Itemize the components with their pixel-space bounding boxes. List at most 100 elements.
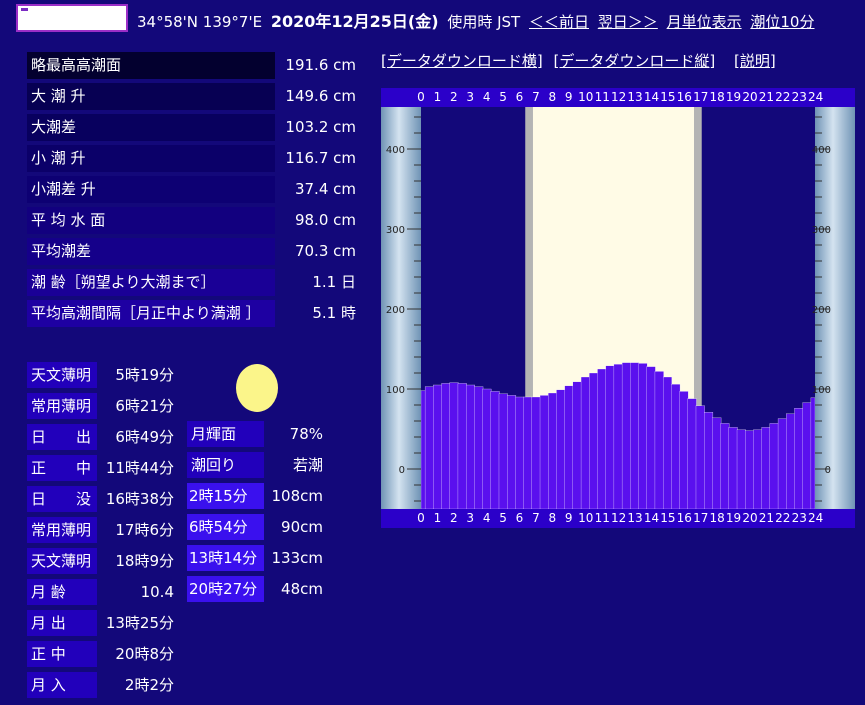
tide-bar [654, 371, 664, 509]
hour-tick-label: 23 [791, 90, 807, 104]
tide-bar [482, 388, 492, 509]
prev-day-link[interactable]: ＜＜前日 [529, 13, 589, 31]
hour-tick-label: 22 [775, 511, 791, 525]
hour-tick-label: 11 [594, 511, 610, 525]
ruler-tick-label: 400 [812, 145, 831, 156]
download-vertical-link[interactable]: [データダウンロード縦] [554, 52, 716, 70]
tide-bar [498, 393, 508, 509]
tide-bar [753, 429, 763, 509]
hour-tick-label: 12 [611, 90, 627, 104]
explanation-link[interactable]: [説明] [734, 52, 776, 70]
hour-tick-label: 10 [578, 511, 594, 525]
sun-moon-value: 5時19分 [115, 366, 174, 384]
hour-axis-top: 0 1 2 3 4 5 6 7 8 9 10 11 12 13 14 15 16 17 18 19 20 21 22 23 24 [381, 88, 855, 107]
tide-bar [457, 383, 467, 509]
tide-level: 48cm [281, 580, 323, 598]
ruler-tick-label: 0 [825, 465, 831, 476]
next-day-link[interactable]: 翌日＞＞ [598, 13, 658, 31]
hour-tick-label: 8 [548, 90, 557, 104]
tide-bar [810, 397, 816, 509]
sun-moon-value: 16時38分 [105, 490, 174, 508]
hour-tick-label: 14 [643, 90, 660, 104]
hour-tick-label: 7 [532, 90, 540, 104]
sun-moon-label: 月 入 [27, 672, 97, 698]
tide-bar [777, 418, 787, 509]
hour-axis-bottom: 0 1 2 3 4 5 6 7 8 9 10 11 12 13 14 15 16 17 18 19 20 21 22 23 24 [381, 509, 855, 528]
hour-tick-label: 1 [433, 90, 442, 104]
stat-label: 平均高潮間隔［月正中より満潮 ］ [27, 300, 275, 327]
ten-minute-link[interactable]: 潮位10分 [750, 13, 814, 31]
hour-tick-label: 14 [643, 511, 660, 525]
ruler-tick-label: 0 [399, 465, 405, 476]
sun-moon-label: 常用薄明 [27, 517, 97, 543]
sun-moon-label: 月 出 [27, 610, 97, 636]
tide-time: 20時27分 [187, 576, 264, 602]
hour-tick-label: 19 [725, 90, 742, 104]
timezone-label: 使用時 JST [447, 13, 521, 31]
stat-value: 1.1 日 [312, 273, 356, 291]
hour-tick-label: 24 [808, 90, 824, 104]
sun-moon-value: 6時21分 [115, 397, 174, 415]
monthly-view-link[interactable]: 月単位表示 [667, 13, 742, 31]
tide-bar [621, 362, 631, 509]
hour-tick-label: 12 [611, 511, 627, 525]
tide-bar [802, 402, 812, 509]
stat-value: 70.3 cm [294, 242, 356, 260]
hour-tick-label: 0 [417, 511, 425, 525]
tide-bar [433, 384, 443, 509]
tide-bar [449, 382, 459, 509]
stat-label: 大 潮 升 [27, 83, 275, 110]
tide-bar [786, 413, 796, 509]
hour-tick-label: 17 [693, 511, 709, 525]
hour-tick-label: 9 [564, 90, 573, 104]
stat-value: 191.6 cm [285, 56, 356, 74]
hour-tick-label: 9 [564, 511, 573, 525]
hour-tick-label: 20 [742, 90, 758, 104]
moon-info-label: 月輝面 [187, 421, 264, 447]
tide-bar [728, 427, 738, 509]
tide-bar [687, 398, 697, 509]
name-marker [21, 8, 28, 11]
sun-moon-label: 日 没 [27, 486, 97, 512]
stat-value: 37.4 cm [294, 180, 356, 198]
tide-bar [638, 363, 648, 509]
hour-tick-label: 5 [499, 90, 507, 104]
stat-label: 小潮差 升 [27, 176, 275, 203]
tide-bar [745, 430, 755, 509]
sun-moon-value: 20時8分 [115, 645, 174, 663]
moon-info-value: 若潮 [292, 456, 323, 474]
location-name-field[interactable] [16, 4, 128, 32]
tide-bar [490, 391, 500, 509]
tide-bar [556, 389, 566, 509]
hour-tick-label: 4 [482, 511, 491, 525]
tide-time: 13時14分 [187, 545, 264, 571]
tide-bar [605, 365, 615, 509]
hour-tick-label: 2 [450, 511, 458, 525]
tide-bar [523, 396, 533, 509]
tide-chart: 0 100 200 300 400 0 100 200 300 400 [381, 107, 855, 509]
sun-moon-value: 10.4 [140, 583, 174, 601]
tide-bar [712, 417, 722, 509]
tide-bar [761, 427, 771, 509]
tide-bar [695, 405, 705, 509]
hour-tick-label: 15 [660, 90, 676, 104]
ruler-tick-label: 200 [812, 305, 831, 316]
hour-tick-label: 13 [627, 511, 643, 525]
sun-moon-value: 11時44分 [105, 459, 174, 477]
hour-tick-label: 6 [515, 90, 524, 104]
hour-tick-label: 11 [594, 90, 610, 104]
hour-tick-label: 8 [548, 511, 557, 525]
ruler-tick-label: 300 [812, 225, 831, 236]
hour-tick-label: 15 [660, 511, 676, 525]
stat-value: 5.1 時 [312, 304, 356, 322]
tide-bar [769, 423, 779, 509]
tide-bar [630, 362, 640, 509]
sun-moon-value: 6時49分 [115, 428, 174, 446]
hour-tick-label: 18 [709, 511, 725, 525]
tide-level: 133cm [271, 549, 324, 567]
stat-value: 149.6 cm [285, 87, 356, 105]
download-horizontal-link[interactable]: [データダウンロード横] [381, 52, 543, 70]
stat-label: 平 均 水 面 [27, 207, 275, 234]
hour-tick-label: 16 [676, 511, 692, 525]
tide-time: 2時15分 [187, 483, 264, 509]
